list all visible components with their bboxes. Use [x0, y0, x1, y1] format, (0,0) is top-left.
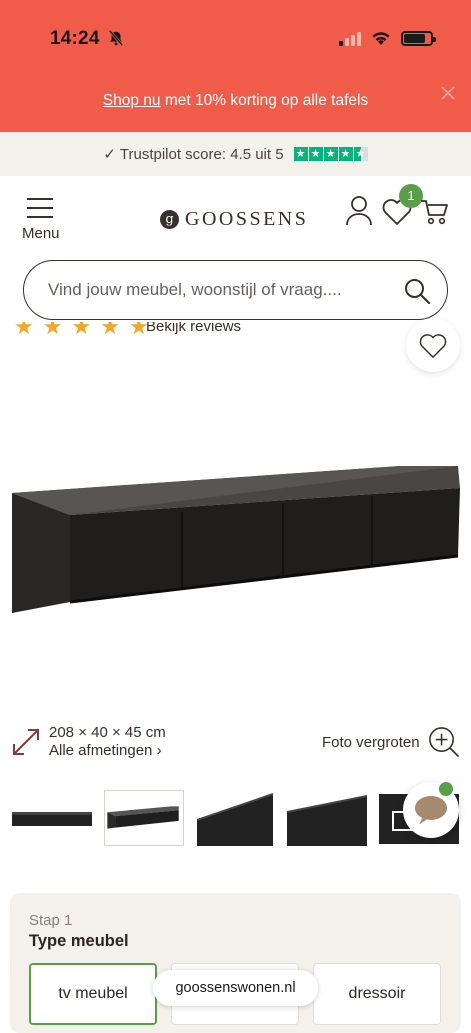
search-box [23, 260, 448, 320]
thumbnail[interactable] [10, 790, 94, 846]
option-dressoir[interactable]: dressoir [313, 963, 441, 1025]
wifi-icon [372, 31, 390, 45]
promo-message: met 10% korting op alle tafels [160, 92, 369, 109]
step-title: Type meubel [29, 932, 129, 950]
logo-mark: g [160, 210, 179, 229]
online-status-dot [437, 780, 455, 798]
product-image[interactable] [0, 370, 471, 710]
trustpilot-star-icon: ★ [293, 147, 308, 161]
battery-icon [401, 30, 436, 46]
status-indicators [339, 30, 436, 46]
promo-text[interactable]: Shop nu met 10% korting op alle tafels [0, 92, 471, 110]
menu-label: Menu [22, 225, 60, 242]
resize-arrows-icon[interactable] [10, 726, 42, 758]
trustpilot-stars: ★ ★ ★ ★ ★ [293, 147, 368, 161]
star-icon: ★ [42, 322, 63, 339]
trustpilot-text: ✓ Trustpilot score: 4.5 uit 5 [103, 146, 284, 163]
dimensions-block: 208 × 40 × 45 cm Alle afmetingen › [49, 724, 166, 760]
star-icon: ★ [71, 322, 92, 339]
option-tv-meubel[interactable]: tv meubel [29, 963, 157, 1025]
zoom-in-icon[interactable] [427, 725, 460, 758]
account-icon[interactable] [344, 194, 374, 226]
trustpilot-star-half-icon: ★ [353, 147, 368, 161]
status-time: 14:24 [50, 28, 100, 49]
all-dimensions-link[interactable]: Alle afmetingen › [49, 742, 166, 760]
configurator-step: Stap 1 Type meubel tv meubel dressoir [10, 893, 461, 1033]
search-input[interactable] [46, 261, 386, 319]
review-stars: ★ ★ ★ ★ ★ [14, 322, 149, 338]
bell-muted-icon [108, 29, 124, 47]
promo-shop-link[interactable]: Shop nu [103, 92, 161, 109]
search-icon[interactable] [403, 277, 431, 305]
browser-url-pill[interactable]: goossenswonen.nl [153, 970, 318, 1006]
trustpilot-star-icon: ★ [338, 147, 353, 161]
cart-icon[interactable] [420, 198, 450, 226]
star-icon: ★ [100, 322, 120, 339]
thumbnail[interactable] [197, 790, 274, 846]
favorite-button[interactable] [406, 318, 460, 372]
thumbnail-active[interactable] [104, 790, 184, 846]
trustpilot-bar[interactable]: ✓ Trustpilot score: 4.5 uit 5 ★ ★ ★ ★ ★ [0, 132, 471, 176]
heart-icon [419, 334, 447, 358]
trustpilot-star-icon: ★ [308, 147, 323, 161]
hamburger-icon [22, 198, 68, 218]
menu-button[interactable]: Menu [22, 198, 68, 242]
reviews-link[interactable]: Bekijk reviews [146, 322, 241, 335]
thumbnail[interactable] [287, 790, 367, 846]
logo-text: GOOSSENS [185, 208, 309, 230]
promo-banner [0, 0, 471, 132]
goossens-logo[interactable]: g GOOSSENS [160, 208, 308, 231]
trustpilot-star-icon: ★ [323, 147, 338, 161]
thumbnail-strip [0, 790, 471, 850]
dimensions-value: 208 × 40 × 45 cm [49, 724, 166, 741]
review-strip: ★ ★ ★ ★ ★ Bekijk reviews [0, 322, 471, 350]
close-icon[interactable] [439, 84, 457, 102]
step-label: Stap 1 [29, 912, 73, 929]
signal-icon [339, 30, 361, 46]
zoom-label[interactable]: Foto vergroten [322, 734, 420, 751]
star-icon: ★ [14, 322, 34, 339]
